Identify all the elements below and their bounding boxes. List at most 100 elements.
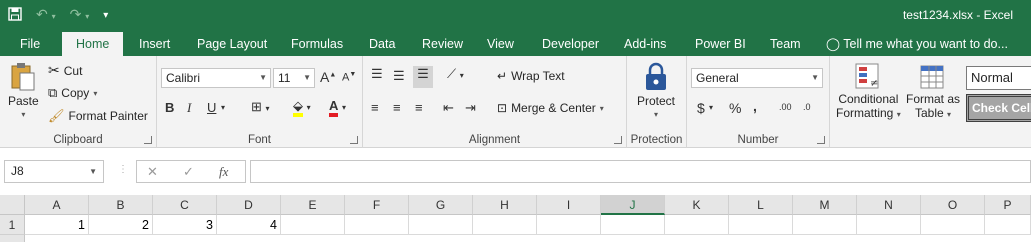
column-header-G[interactable]: G [409,195,473,215]
column-header-H[interactable]: H [473,195,537,215]
column-header-F[interactable]: F [345,195,409,215]
tab-data[interactable]: Data [367,30,397,56]
cancel-icon[interactable]: ✕ [147,164,158,180]
cell-O1[interactable] [921,215,985,235]
align-left-icon[interactable]: ≡ [371,100,379,115]
cell-A1[interactable]: 1 [25,215,89,235]
cell-I1[interactable] [537,215,601,235]
copy-button[interactable]: ⧉ Copy ▾ [48,85,97,101]
column-header-A[interactable]: A [25,195,89,215]
insert-function-icon[interactable]: fx [219,164,228,180]
font-size-combo[interactable]: 11 ▼ [273,68,315,88]
undo-icon[interactable]: ↶ ▾ [36,4,56,27]
italic-button[interactable]: I [187,100,191,116]
align-center-icon[interactable]: ≡ [393,100,401,115]
percent-button[interactable]: % [729,100,741,116]
column-header-B[interactable]: B [89,195,153,215]
borders-icon[interactable]: ⊞ ▾ [251,99,270,115]
decrease-decimal-button[interactable]: .0 [803,102,811,112]
tab-page-layout[interactable]: Page Layout [195,30,269,56]
column-header-K[interactable]: K [665,195,729,215]
cell-B1[interactable]: 2 [89,215,153,235]
tab-home[interactable]: Home [62,32,124,56]
cell-G1[interactable] [409,215,473,235]
protect-button[interactable]: Protect ▾ [637,62,675,119]
merge-center-button[interactable]: ⊡ Merge & Center ▾ [497,101,604,115]
column-header-C[interactable]: C [153,195,217,215]
tab-view[interactable]: View [485,30,516,56]
tab-team[interactable]: Team [768,30,803,56]
cell-J1[interactable] [601,215,665,235]
align-right-icon[interactable]: ≡ [415,100,423,115]
fill-color-icon[interactable]: ⬙ ▾ [293,98,311,117]
conditional-formatting-button[interactable]: ≠ Conditional Formatting ▾ [836,62,901,120]
tab-file[interactable]: File [18,30,42,56]
formula-input[interactable] [250,160,1031,183]
cell-L1[interactable] [729,215,793,235]
customize-qat-icon[interactable]: ▾ [103,6,108,26]
format-as-table-button[interactable]: Format as Table ▾ [906,62,960,120]
cell-K1[interactable] [665,215,729,235]
cell-M1[interactable] [793,215,857,235]
tab-developer[interactable]: Developer [540,30,601,56]
currency-button[interactable]: $ [697,100,705,116]
column-header-P[interactable]: P [985,195,1031,215]
style-normal[interactable]: Normal [966,66,1031,90]
number-launcher-icon[interactable] [817,136,825,144]
row-header-1[interactable]: 1 [0,215,25,235]
cell-F1[interactable] [345,215,409,235]
tab-power-bi[interactable]: Power BI [693,30,748,56]
tab-review[interactable]: Review [420,30,465,56]
enter-icon[interactable]: ✓ [183,164,194,180]
merge-center-label: Merge & Center [511,101,596,115]
clipboard-launcher-icon[interactable] [144,136,152,144]
shrink-font-icon[interactable]: A▼ [342,71,356,84]
tab-insert[interactable]: Insert [137,30,172,56]
paste-label: Paste [8,94,39,108]
format-painter-button[interactable]: 🖌 Format Painter [48,108,148,124]
column-header-L[interactable]: L [729,195,793,215]
number-format-combo[interactable]: General ▼ [691,68,823,88]
column-header-O[interactable]: O [921,195,985,215]
decrease-indent-icon[interactable]: ⇤ [443,100,454,116]
cell-C1[interactable]: 3 [153,215,217,235]
tab-formulas[interactable]: Formulas [289,30,345,56]
column-header-I[interactable]: I [537,195,601,215]
align-bottom-icon[interactable]: ☰ [413,66,433,88]
currency-dropdown-icon[interactable]: ▾ [709,103,713,112]
save-icon[interactable] [8,6,22,26]
cell-H1[interactable] [473,215,537,235]
font-launcher-icon[interactable] [350,136,358,144]
alignment-launcher-icon[interactable] [614,136,622,144]
increase-decimal-button[interactable]: .00 [779,102,792,112]
comma-button[interactable]: , [753,98,757,114]
cell-N1[interactable] [857,215,921,235]
align-middle-icon[interactable]: ☰ [393,68,405,84]
font-name-combo[interactable]: Calibri ▼ [161,68,271,88]
column-header-N[interactable]: N [857,195,921,215]
align-top-icon[interactable]: ☰ [371,66,383,82]
font-color-icon[interactable]: A ▾ [329,98,346,117]
name-box[interactable]: J8 ▼ [4,160,104,183]
cell-P1[interactable] [985,215,1031,235]
redo-icon[interactable]: ↷ ▾ [70,4,90,27]
underline-button[interactable]: U [207,100,216,115]
paste-button[interactable]: Paste ▾ [8,62,39,119]
select-all-corner[interactable] [0,195,25,215]
wrap-text-button[interactable]: ↵ Wrap Text [497,69,565,83]
column-header-J[interactable]: J [601,195,665,215]
column-header-E[interactable]: E [281,195,345,215]
column-header-D[interactable]: D [217,195,281,215]
orientation-icon[interactable]: ⟋ ▾ [447,66,464,82]
grow-font-icon[interactable]: A▲ [320,69,336,85]
style-check-cell[interactable]: Check Cell [966,94,1031,122]
increase-indent-icon[interactable]: ⇥ [465,100,476,116]
cell-D1[interactable]: 4 [217,215,281,235]
underline-dropdown-icon[interactable]: ▾ [221,103,225,112]
tell-me-box[interactable]: ◯ Tell me what you want to do... [824,30,1010,56]
column-header-M[interactable]: M [793,195,857,215]
cell-E1[interactable] [281,215,345,235]
bold-button[interactable]: B [165,100,174,115]
tab-add-ins[interactable]: Add-ins [622,30,668,56]
cut-button[interactable]: ✂ Cut [48,62,82,79]
